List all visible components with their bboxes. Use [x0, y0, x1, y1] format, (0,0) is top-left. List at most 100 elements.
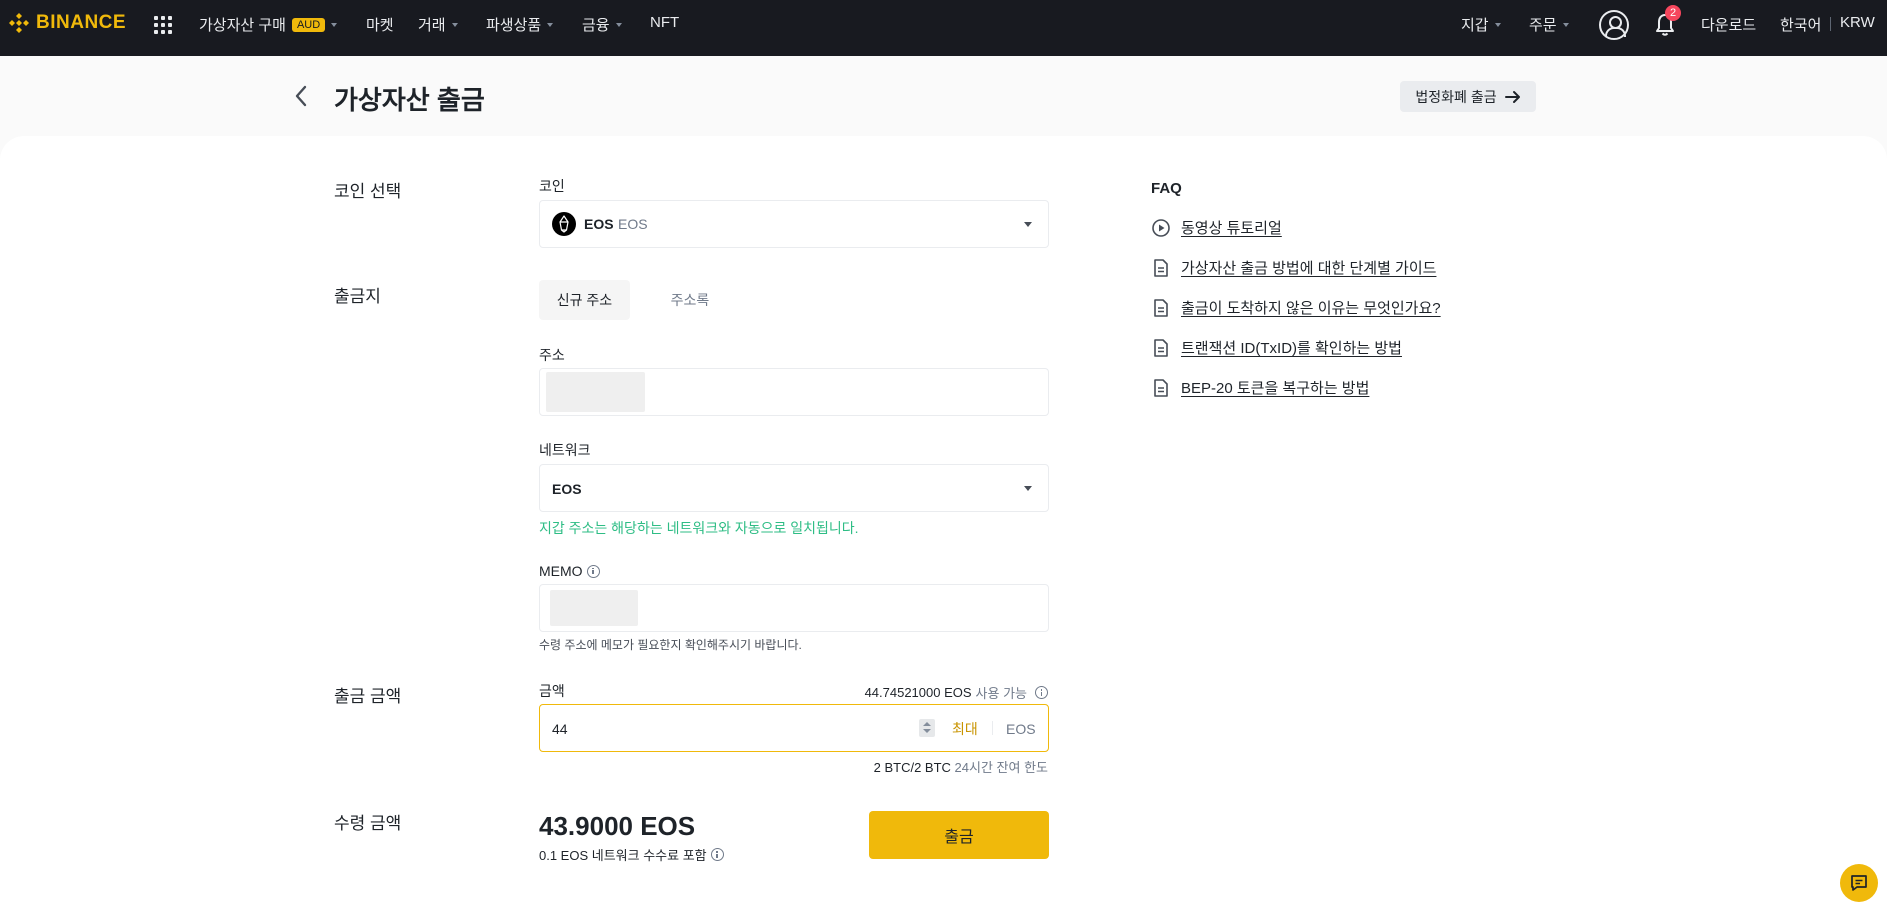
receive-amount: 43.9000 EOS	[539, 811, 696, 841]
faq-item-label: BEP-20 토큰을 복구하는 방법	[1181, 380, 1370, 397]
faq-item-label: 가상자산 출금 방법에 대한 단계별 가이드	[1181, 260, 1437, 277]
eos-coin-icon	[552, 212, 576, 236]
nav-markets-label: 마켓	[366, 17, 394, 34]
available-text: 사용 가능	[975, 686, 1027, 701]
back-arrow-icon[interactable]	[292, 84, 310, 108]
fiat-withdraw-button[interactable]: 법정화폐 출금	[1400, 81, 1536, 112]
nav-orders[interactable]: 주문	[1529, 14, 1569, 35]
aud-badge: AUD	[291, 17, 326, 32]
nav-trade-label: 거래	[418, 17, 446, 34]
limit-value: 2 BTC/2 BTC	[873, 760, 951, 775]
binance-diamond-icon	[9, 13, 29, 33]
address-input[interactable]	[539, 368, 1049, 416]
info-icon[interactable]	[1035, 686, 1048, 699]
nav-nft-label: NFT	[650, 14, 680, 31]
amount-field-label: 금액	[539, 683, 565, 699]
chat-icon	[1851, 875, 1867, 891]
nav-derivatives[interactable]: 파생상품	[486, 14, 554, 35]
logo-text: BINANCE	[36, 12, 127, 33]
address-field-label: 주소	[539, 347, 565, 363]
network-hint: 지갑 주소는 해당하는 네트워크와 자동으로 일치됩니다.	[539, 520, 859, 536]
nav-finance[interactable]: 금융	[582, 14, 622, 35]
apps-grid-icon[interactable]	[154, 16, 172, 34]
chevron-down-icon	[547, 22, 554, 27]
document-icon	[1154, 338, 1168, 357]
nav-trade[interactable]: 거래	[418, 14, 458, 35]
memo-hint: 수령 주소에 메모가 필요한지 확인해주시기 바랍니다.	[539, 638, 802, 652]
faq-item-bep20[interactable]: BEP-20 토큰을 복구하는 방법	[1151, 377, 1369, 398]
receive-section-label: 수령 금액	[334, 814, 402, 833]
document-icon	[1154, 298, 1168, 317]
nav-orders-label: 주문	[1529, 17, 1557, 34]
chat-support-button[interactable]	[1840, 864, 1878, 902]
memo-input[interactable]	[539, 584, 1049, 632]
faq-item-label: 동영상 튜토리얼	[1181, 220, 1282, 237]
faq-item-label: 트랜잭션 ID(TxID)를 확인하는 방법	[1181, 340, 1402, 357]
nav-derivatives-label: 파생상품	[486, 17, 542, 34]
available-balance: 44.74521000 EOS 사용 가능	[865, 683, 1048, 702]
info-icon[interactable]	[710, 848, 724, 861]
chevron-down-icon	[1494, 22, 1501, 27]
memo-label-text: MEMO	[539, 563, 583, 579]
coin-section-label: 코인 선택	[334, 182, 402, 201]
chevron-down-icon	[451, 22, 458, 27]
available-value: 44.74521000 EOS	[864, 685, 972, 700]
info-icon[interactable]	[586, 564, 600, 578]
nav-download-label: 다운로드	[1701, 17, 1757, 34]
chevron-down-icon	[615, 22, 622, 27]
faq-item-guide[interactable]: 가상자산 출금 방법에 대한 단계별 가이드	[1151, 257, 1436, 278]
faq-item-txid[interactable]: 트랜잭션 ID(TxID)를 확인하는 방법	[1151, 337, 1402, 358]
nav-download[interactable]: 다운로드	[1701, 14, 1756, 35]
nav-buy-crypto[interactable]: 가상자산 구매 AUD	[199, 14, 338, 35]
nav-markets[interactable]: 마켓	[366, 14, 394, 35]
nav-wallet[interactable]: 지갑	[1461, 14, 1501, 35]
faq-item-video[interactable]: 동영상 튜토리얼	[1151, 217, 1282, 238]
network-value: EOS	[552, 481, 582, 497]
fee-note-text: 0.1 EOS 네트워크 수수료 포함	[539, 848, 707, 863]
number-stepper-icon[interactable]	[919, 719, 935, 737]
fee-note: 0.1 EOS 네트워크 수수료 포함	[539, 845, 724, 864]
redacted-address	[546, 372, 645, 412]
network-field-label: 네트워크	[539, 442, 591, 458]
top-navbar: BINANCE 가상자산 구매 AUD 마켓 거래 파생상품 금융 NFT 지갑…	[0, 0, 1887, 56]
binance-logo[interactable]: BINANCE	[8, 12, 126, 34]
document-icon	[1154, 378, 1168, 397]
withdraw-button[interactable]: 출금	[869, 811, 1049, 859]
nav-finance-label: 금융	[582, 17, 610, 34]
nav-wallet-label: 지갑	[1461, 17, 1489, 34]
nav-currency[interactable]: KRW	[1840, 14, 1875, 31]
caret-down-icon	[1024, 486, 1032, 491]
nav-language[interactable]: 한국어	[1780, 14, 1821, 35]
arrow-right-icon	[1504, 90, 1520, 103]
nav-buy-crypto-label: 가상자산 구매	[199, 17, 286, 34]
coin-field-label: 코인	[539, 178, 565, 194]
network-select[interactable]: EOS	[539, 464, 1049, 512]
amount-section-label: 출금 금액	[334, 687, 402, 706]
nav-currency-label: KRW	[1840, 14, 1875, 31]
amount-input[interactable]: 44 최대 EOS	[539, 704, 1049, 752]
document-icon	[1154, 258, 1168, 277]
nav-divider	[1830, 17, 1831, 31]
coin-select[interactable]: EOS EOS	[539, 200, 1049, 248]
faq-item-not-arrived[interactable]: 출금이 도착하지 않은 이유는 무엇인가요?	[1151, 297, 1441, 318]
tab-new-address[interactable]: 신규 주소	[539, 280, 630, 320]
nav-language-label: 한국어	[1780, 17, 1822, 34]
chevron-down-icon	[331, 22, 338, 27]
withdraw-panel	[0, 136, 1887, 909]
tab-address-book[interactable]: 주소록	[650, 280, 730, 320]
nav-nft[interactable]: NFT	[650, 14, 679, 31]
user-avatar-icon[interactable]	[1599, 10, 1629, 40]
faq-item-label: 출금이 도착하지 않은 이유는 무엇인가요?	[1181, 300, 1441, 317]
fiat-withdraw-label: 법정화폐 출금	[1415, 88, 1497, 105]
max-button[interactable]: 최대	[952, 719, 978, 739]
faq-title: FAQ	[1151, 180, 1182, 197]
coin-symbol: EOS	[584, 216, 614, 232]
redacted-memo	[550, 590, 638, 626]
caret-down-icon	[1024, 222, 1032, 227]
amount-value: 44	[552, 721, 568, 737]
limit-text: 24시간 잔여 한도	[954, 760, 1048, 775]
coin-name: EOS	[618, 216, 648, 232]
notification-count-badge: 2	[1665, 5, 1681, 21]
amount-unit: EOS	[1006, 721, 1036, 737]
play-circle-icon	[1152, 218, 1170, 237]
